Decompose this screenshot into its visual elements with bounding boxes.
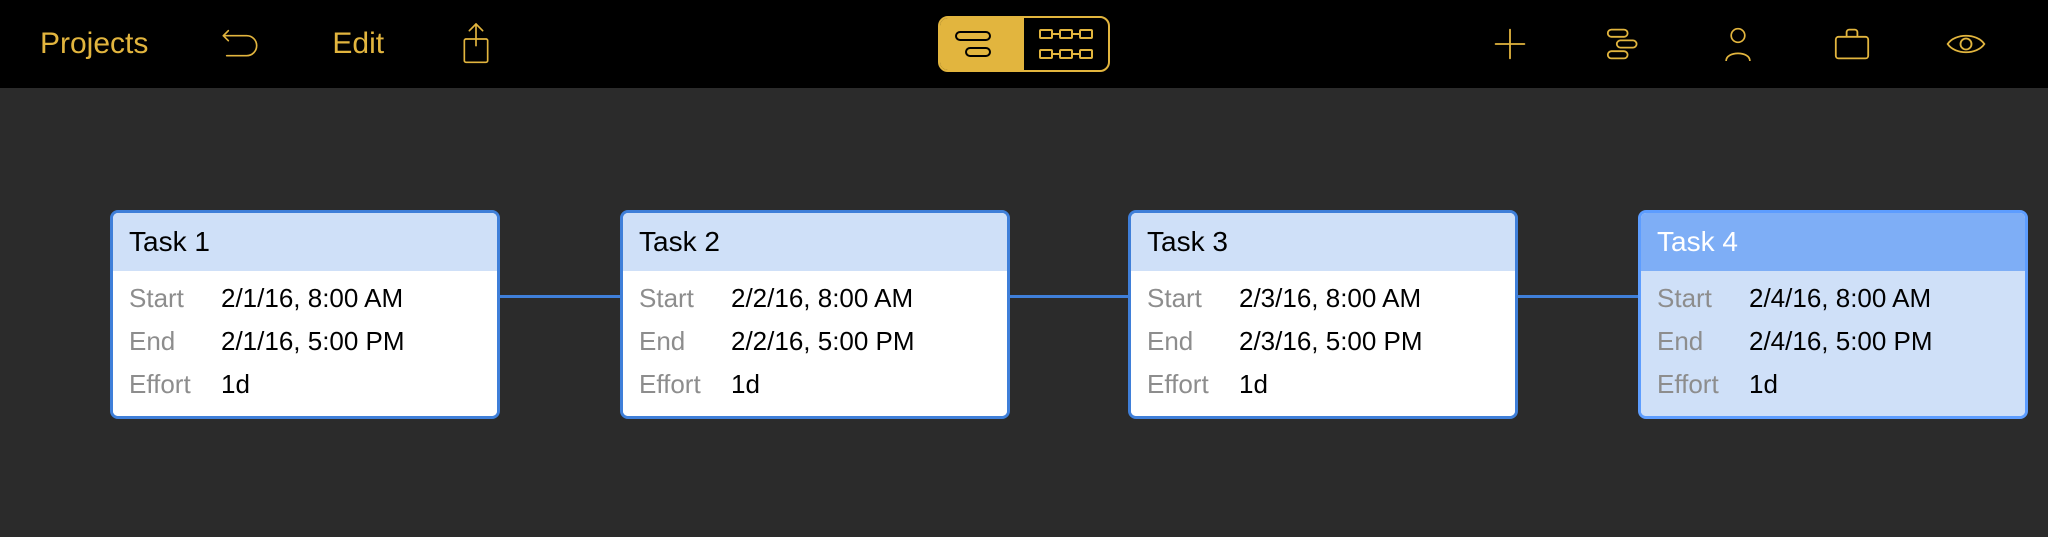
task-body: Start2/1/16, 8:00 AMEnd2/1/16, 5:00 PMEf… bbox=[113, 271, 497, 416]
task-row-start: Start 2/1/16, 8:00 AM bbox=[129, 277, 481, 320]
end-label: End bbox=[1147, 322, 1221, 361]
task-card[interactable]: Task 4 Start 2/4/16, 8:00 AM End 2/4/16, 5:0… bbox=[1638, 210, 2028, 419]
task-card[interactable]: Task 1 Start 2/1/16, 8:00 AM End 2/1/16, 5:0… bbox=[110, 210, 500, 419]
effort-label: Effort bbox=[1657, 365, 1731, 404]
start-value: 2/3/16, 8:00 AM bbox=[1239, 279, 1421, 318]
end-label: End bbox=[639, 322, 713, 361]
start-value: 2/1/16, 8:00 AM bbox=[221, 279, 403, 318]
task-row-start: Start 2/4/16, 8:00 AM bbox=[1657, 277, 2009, 320]
end-label: End bbox=[1657, 322, 1731, 361]
toolbar-left: Projects Edit bbox=[0, 22, 498, 66]
end-label: End bbox=[129, 322, 203, 361]
edit-button[interactable]: Edit bbox=[332, 27, 384, 61]
undo-icon[interactable] bbox=[218, 22, 262, 66]
view-mode-segmented[interactable] bbox=[938, 0, 1110, 88]
view-mode-network[interactable] bbox=[1024, 18, 1108, 70]
start-label: Start bbox=[1657, 279, 1731, 318]
toolbar-right bbox=[1488, 22, 2048, 66]
task-row-effort: Effort 1d bbox=[639, 363, 991, 406]
task-row-end: End 2/3/16, 5:00 PM bbox=[1147, 320, 1499, 363]
connector bbox=[1010, 295, 1128, 298]
effort-value: 1d bbox=[731, 365, 760, 404]
briefcase-icon[interactable] bbox=[1830, 22, 1874, 66]
task-row-end: End 2/1/16, 5:00 PM bbox=[129, 320, 481, 363]
task-body: Start2/4/16, 8:00 AMEnd2/4/16, 5:00 PMEf… bbox=[1641, 271, 2025, 416]
end-value: 2/2/16, 5:00 PM bbox=[731, 322, 915, 361]
task-row-start: Start 2/3/16, 8:00 AM bbox=[1147, 277, 1499, 320]
view-mode-gantt[interactable] bbox=[940, 18, 1024, 70]
effort-label: Effort bbox=[639, 365, 713, 404]
task-body: Start2/3/16, 8:00 AMEnd2/3/16, 5:00 PMEf… bbox=[1131, 271, 1515, 416]
task-row-effort: Effort 1d bbox=[1147, 363, 1499, 406]
effort-label: Effort bbox=[129, 365, 203, 404]
start-label: Start bbox=[129, 279, 203, 318]
task-row-end: End 2/4/16, 5:00 PM bbox=[1657, 320, 2009, 363]
task-title: Task 1 bbox=[113, 213, 497, 271]
task-title: Task 3 bbox=[1131, 213, 1515, 271]
task-card[interactable]: Task 3 Start 2/3/16, 8:00 AM End 2/3/16, 5:0… bbox=[1128, 210, 1518, 419]
canvas[interactable]: Task 1 Start 2/1/16, 8:00 AM End 2/1/16, 5:0… bbox=[0, 88, 2048, 537]
end-value: 2/3/16, 5:00 PM bbox=[1239, 322, 1423, 361]
task-title: Task 2 bbox=[623, 213, 1007, 271]
start-label: Start bbox=[639, 279, 713, 318]
share-icon[interactable] bbox=[454, 22, 498, 66]
levels-icon[interactable] bbox=[1602, 22, 1646, 66]
connector bbox=[500, 295, 620, 298]
task-row-end: End 2/2/16, 5:00 PM bbox=[639, 320, 991, 363]
effort-value: 1d bbox=[221, 365, 250, 404]
connector bbox=[1518, 295, 1638, 298]
task-body: Start2/2/16, 8:00 AMEnd2/2/16, 5:00 PMEf… bbox=[623, 271, 1007, 416]
plus-icon[interactable] bbox=[1488, 22, 1532, 66]
start-value: 2/2/16, 8:00 AM bbox=[731, 279, 913, 318]
effort-value: 1d bbox=[1749, 365, 1778, 404]
person-icon[interactable] bbox=[1716, 22, 1760, 66]
effort-label: Effort bbox=[1147, 365, 1221, 404]
end-value: 2/4/16, 5:00 PM bbox=[1749, 322, 1933, 361]
projects-button[interactable]: Projects bbox=[40, 27, 148, 61]
start-value: 2/4/16, 8:00 AM bbox=[1749, 279, 1931, 318]
start-label: Start bbox=[1147, 279, 1221, 318]
effort-value: 1d bbox=[1239, 365, 1268, 404]
toolbar: Projects Edit bbox=[0, 0, 2048, 88]
eye-icon[interactable] bbox=[1944, 22, 1988, 66]
task-row-start: Start 2/2/16, 8:00 AM bbox=[639, 277, 991, 320]
end-value: 2/1/16, 5:00 PM bbox=[221, 322, 405, 361]
task-card[interactable]: Task 2 Start 2/2/16, 8:00 AM End 2/2/16, 5:0… bbox=[620, 210, 1010, 419]
task-row-effort: Effort 1d bbox=[1657, 363, 2009, 406]
task-title: Task 4 bbox=[1641, 213, 2025, 271]
task-row-effort: Effort 1d bbox=[129, 363, 481, 406]
